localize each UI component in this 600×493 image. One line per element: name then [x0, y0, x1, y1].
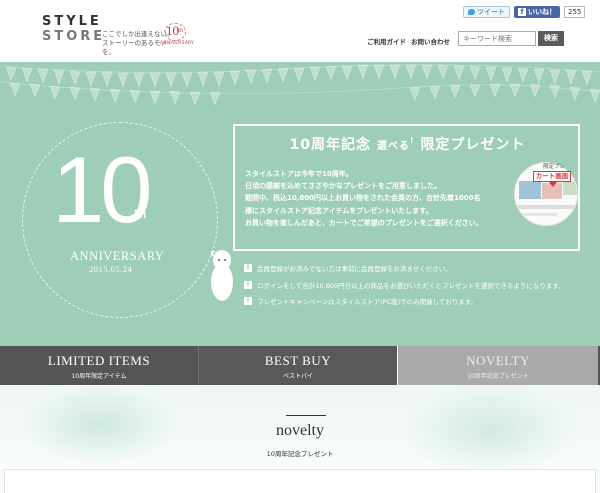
promo-label: 限定プレ — [543, 164, 566, 170]
arrow-down-icon — [549, 182, 557, 187]
preview-bar — [517, 213, 557, 216]
title-small: 選べる — [376, 141, 410, 152]
logo-line-style: STYLE — [42, 14, 102, 29]
logo-line-store: STORE — [42, 29, 106, 44]
notice-item: ! プレゼントキャンペーンはスタイルストア(PC版)でのみ開催しております。 — [244, 293, 584, 310]
like-label: いいね！ — [528, 8, 556, 16]
site-header: STYLE STORE ここでしか出逢えない、 ストーリーのあるモノを。 10 … — [0, 0, 600, 62]
tweet-label: ツイート — [477, 8, 505, 16]
tab-novelty[interactable]: NOVELTY 10周年記念プレゼント — [398, 346, 598, 385]
tab-best-buy[interactable]: BEST BUY ベストバイ — [198, 346, 397, 385]
preview-thumb — [563, 181, 577, 195]
anniversary-suffix: th — [134, 205, 147, 222]
anniversary-date: 2015.05.24 — [89, 264, 133, 274]
title-exclamation: ! — [409, 136, 415, 145]
description-line: 様にスタイルストア記念アイテムをプレゼントいたします。 — [245, 206, 433, 215]
title-tail: 限定プレゼント — [420, 137, 526, 153]
nav-contact-link[interactable]: お問い合わせ — [411, 36, 450, 46]
like-count: 255 — [564, 6, 586, 18]
twitter-bird-icon — [468, 9, 475, 15]
facebook-icon: f — [518, 8, 526, 16]
tab-title: BEST BUY — [264, 353, 332, 368]
tab-subtitle: 10周年限定アイテム — [71, 373, 127, 380]
mascot-illustration — [210, 250, 233, 301]
description-line: お買い物を楽しんだあと、カートでご希望のプレゼントをご選択ください。 — [245, 218, 483, 227]
search-input[interactable] — [458, 31, 536, 46]
description-line: 日頃の感謝を込めてささやかなプレゼントをご用意しました。 — [245, 182, 441, 191]
badge-text: ANNIVERSARY — [160, 41, 194, 46]
novelty-section: novelty 10周年記念プレゼント — [0, 385, 600, 493]
hero-banner: 10 th ANNIVERSARY 2015.05.24 10周年記念 選べる!… — [0, 62, 600, 346]
section-title: novelty — [276, 422, 324, 439]
notice-item: ! 会員登録がお済みでない方は事前に会員登録をお済ませください。 — [244, 260, 584, 277]
campaign-description: スタイルストアは今年で10周年。 日頃の感謝を込めてささやかなプレゼントをご用意… — [245, 168, 515, 229]
tab-limited-items[interactable]: LIMITED ITEMS 10周年限定アイテム — [0, 346, 198, 385]
big-anniversary-number: 10 — [52, 137, 153, 242]
tab-title: LIMITED ITEMS — [47, 353, 151, 368]
preview-bar — [517, 205, 577, 209]
description-line: 期間中、税込10,800円以上お買い物をされた会員の方、合計先着1000名 — [245, 194, 481, 203]
tab-title: NOVELTY — [466, 353, 530, 368]
section-subtitle: 10周年記念プレゼント — [266, 450, 334, 458]
bunting-decoration — [0, 64, 600, 106]
alert-icon: ! — [244, 280, 252, 289]
nav-guide-link[interactable]: ご利用ガイド — [367, 36, 406, 46]
preview-thumb — [519, 181, 541, 199]
notice-list: ! 会員登録がお済みでない方は事前に会員登録をお済ませください。 ! ログインを… — [244, 260, 584, 310]
tab-subtitle: ベストバイ — [282, 373, 314, 380]
facebook-like-button[interactable]: f いいね！ — [514, 6, 560, 18]
notice-item: ! ログインをして合計10,800円分以上の商品をお選びいただくとプレゼントを選… — [244, 277, 584, 294]
alert-icon: ! — [244, 297, 252, 306]
category-tabs: LIMITED ITEMS 10周年限定アイテム BEST BUY ベストバイ … — [0, 346, 600, 385]
content-panel — [4, 469, 596, 493]
search-button[interactable]: 検索 — [538, 31, 564, 46]
section-divider — [286, 415, 326, 416]
cart-screen-label: カート画面 — [533, 171, 571, 182]
site-logo[interactable]: STYLE STORE — [42, 14, 106, 44]
description-line: スタイルストアは今年で10周年。 — [245, 170, 353, 178]
notice-text: プレゼントキャンペーンはスタイルストア(PC版)でのみ開催しております。 — [257, 298, 478, 307]
tweet-button[interactable]: ツイート — [463, 6, 510, 18]
badge-suffix: th — [178, 28, 184, 34]
anniversary-badge: 10 th ANNIVERSARY — [160, 23, 194, 47]
notice-text: ログインをして合計10,800円分以上の商品をお選びいただくとプレゼントを選択で… — [257, 281, 565, 290]
anniversary-label: ANNIVERSARY — [70, 249, 165, 263]
title-main: 10周年記念 — [289, 137, 372, 153]
notice-text: 会員登録がお済みでない方は事前に会員登録をお済ませください。 — [257, 265, 452, 274]
social-buttons: ツイート f いいね！ 255 — [463, 6, 586, 18]
alert-icon: ! — [244, 264, 252, 273]
campaign-title: 10周年記念 選べる! 限定プレゼント — [235, 134, 580, 154]
tab-subtitle: 10周年記念プレゼント — [467, 373, 529, 380]
